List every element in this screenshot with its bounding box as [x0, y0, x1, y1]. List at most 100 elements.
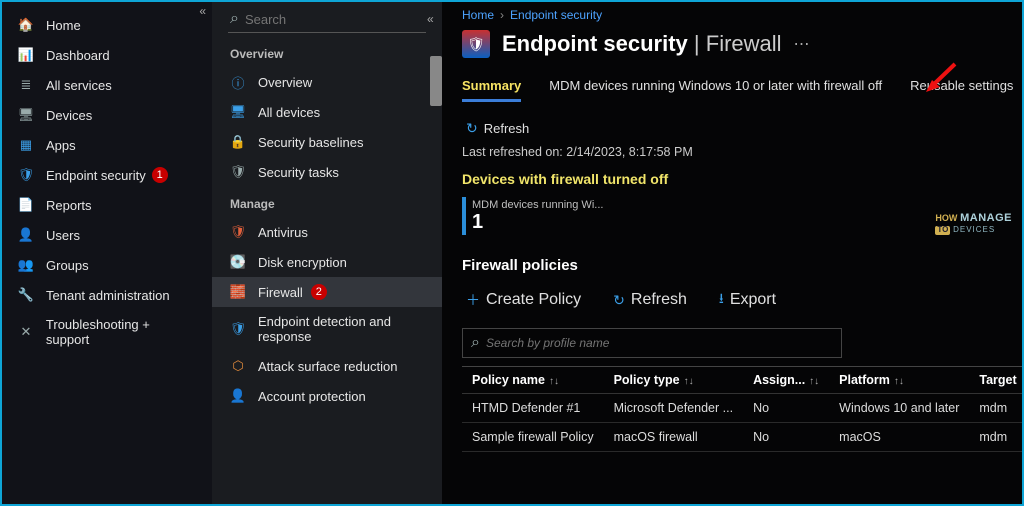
- scrollbar[interactable]: [430, 56, 442, 106]
- nav-item-tenant-administration[interactable]: 🔧 Tenant administration: [2, 280, 212, 310]
- export-button[interactable]: ⭳Export: [715, 286, 780, 314]
- nav-item-devices[interactable]: 🖥 Devices: [2, 100, 212, 130]
- sub-panel: ⌕ « Overview ⓘOverview🖥All devices🔒Secur…: [212, 2, 442, 504]
- sub-item-security-tasks[interactable]: 🛡Security tasks: [212, 157, 442, 187]
- search-icon: ⌕: [230, 10, 239, 28]
- nav-item-groups[interactable]: 👥Groups: [2, 250, 212, 280]
- sub-item-all-devices[interactable]: 🖥All devices: [212, 97, 442, 127]
- nav-item-dashboard[interactable]: 📊 Dashboard: [2, 40, 212, 70]
- refresh-button[interactable]: ↻ Refresh: [462, 118, 533, 139]
- nav-item-troubleshooting-support[interactable]: ✕Troubleshooting + support: [2, 310, 212, 354]
- sort-icon: ↑↓: [549, 376, 559, 387]
- breadcrumb-item[interactable]: Home: [462, 8, 494, 22]
- endpoint-security-icon: 🛡: [462, 30, 490, 58]
- subpanel-search-input[interactable]: [245, 12, 421, 27]
- sub-label: Attack surface reduction: [258, 359, 397, 374]
- create-policy-label: Create Policy: [486, 291, 581, 309]
- cell-type: macOS firewall: [604, 423, 744, 452]
- cell-type: Microsoft Defender ...: [604, 394, 744, 423]
- sub-label: Security tasks: [258, 165, 339, 180]
- sub-item-account-protection[interactable]: 👤Account protection: [212, 381, 442, 411]
- sub-icon: ⬡: [230, 358, 246, 374]
- sub-item-attack-surface-reduction[interactable]: ⬡ Attack surface reduction: [212, 351, 442, 381]
- sub-item-security-baselines[interactable]: 🔒Security baselines: [212, 127, 442, 157]
- sub-item-endpoint-detection-and-response[interactable]: 🛡 Endpoint detection and response: [212, 307, 442, 351]
- nav-label: Reports: [46, 198, 92, 213]
- col-target[interactable]: Target: [969, 367, 1022, 394]
- tab-reusable-settings[interactable]: Reusable settings: [910, 78, 1013, 102]
- subpanel-group-manage: Manage: [212, 187, 442, 217]
- nav-item-all-services[interactable]: ≣ All services: [2, 70, 212, 100]
- watermark: HOW MANAGE TO DEVICES: [935, 212, 1012, 235]
- cell-assign: No: [743, 423, 829, 452]
- sub-icon: 🧱: [230, 284, 246, 300]
- cell-platform: Windows 10 and later: [829, 394, 969, 423]
- nav-icon: 🔧: [18, 287, 34, 303]
- subpanel-search[interactable]: ⌕ «: [228, 6, 426, 33]
- table-row[interactable]: Sample firewall PolicymacOS firewallNoma…: [462, 423, 1022, 452]
- sub-item-disk-encryption[interactable]: 💽 Disk encryption: [212, 247, 442, 277]
- nav-label: All services: [46, 78, 112, 93]
- cell-platform: macOS: [829, 423, 969, 452]
- cell-name: HTMD Defender #1: [462, 394, 604, 423]
- refresh-policies-button[interactable]: ↻Refresh: [609, 286, 691, 314]
- nav-icon: ✕: [18, 324, 34, 340]
- col-platform[interactable]: Platform↑↓: [829, 367, 969, 394]
- policies-table: Policy name↑↓Policy type↑↓Assign...↑↓Pla…: [462, 366, 1022, 452]
- nav-item-reports[interactable]: 📄 Reports: [2, 190, 212, 220]
- sub-icon: 🖥: [230, 104, 246, 120]
- nav-icon: ≣: [18, 77, 34, 93]
- left-nav: « 🏠Home📊Dashboard≣All services🖥Devices▦A…: [2, 2, 212, 504]
- nav-icon: 👥: [18, 257, 34, 273]
- collapse-subpanel-icon[interactable]: «: [427, 12, 434, 26]
- nav-item-apps[interactable]: ▦Apps: [2, 130, 212, 160]
- sort-icon: ↑↓: [894, 376, 904, 387]
- table-row[interactable]: HTMD Defender #1Microsoft Defender ...No…: [462, 394, 1022, 423]
- nav-icon: 📊: [18, 47, 34, 63]
- sub-item-firewall[interactable]: 🧱Firewall2: [212, 277, 442, 307]
- create-policy-button[interactable]: ＋Create Policy: [462, 286, 585, 314]
- badge: 2: [311, 284, 327, 300]
- stat-bar: [462, 197, 466, 235]
- refresh-policies-label: Refresh: [631, 291, 687, 309]
- nav-item-users[interactable]: 👤 Users: [2, 220, 212, 250]
- badge: 1: [152, 167, 168, 183]
- refresh-label: Refresh: [484, 121, 530, 136]
- nav-icon: 🏠: [18, 17, 34, 33]
- subpanel-group-overview: Overview: [212, 37, 442, 67]
- col-assign-[interactable]: Assign...↑↓: [743, 367, 829, 394]
- sub-item-overview[interactable]: ⓘOverview: [212, 67, 442, 97]
- nav-label: Users: [46, 228, 80, 243]
- col-policy-type[interactable]: Policy type↑↓: [604, 367, 744, 394]
- firewall-off-heading: Devices with firewall turned off: [462, 171, 1022, 187]
- sub-label: Endpoint detection and response: [258, 314, 424, 344]
- nav-label: Devices: [46, 108, 92, 123]
- nav-label: Apps: [46, 138, 76, 153]
- nav-item-endpoint-security[interactable]: 🛡Endpoint security1: [2, 160, 212, 190]
- search-profile[interactable]: ⌕: [462, 328, 842, 358]
- tabs: Summary MDM devices running Windows 10 or…: [462, 78, 1022, 102]
- nav-label: Dashboard: [46, 48, 110, 63]
- sub-item-antivirus[interactable]: 🛡Antivirus: [212, 217, 442, 247]
- nav-icon: 🖥: [18, 107, 34, 123]
- sub-icon: 💽: [230, 254, 246, 270]
- nav-icon: 👤: [18, 227, 34, 243]
- more-icon[interactable]: ⋯: [794, 34, 810, 54]
- sort-icon: ↑↓: [809, 376, 819, 387]
- cell-target: mdm: [969, 394, 1022, 423]
- sub-label: Disk encryption: [258, 255, 347, 270]
- tab-mdm-devices-running-wind[interactable]: MDM devices running Windows 10 or later …: [549, 78, 882, 102]
- nav-label: Tenant administration: [46, 288, 170, 303]
- col-policy-name[interactable]: Policy name↑↓: [462, 367, 604, 394]
- breadcrumb-sep: ›: [500, 8, 504, 22]
- nav-item-home[interactable]: 🏠 Home: [2, 10, 212, 40]
- search-profile-input[interactable]: [486, 336, 833, 350]
- tab-summary[interactable]: Summary: [462, 78, 521, 102]
- breadcrumb: Home › Endpoint security: [462, 8, 1022, 22]
- sub-label: Account protection: [258, 389, 366, 404]
- sub-icon: 🛡: [230, 224, 246, 240]
- breadcrumb-item[interactable]: Endpoint security: [510, 8, 602, 22]
- nav-label: Home: [46, 18, 81, 33]
- sub-icon: 🛡: [230, 321, 246, 337]
- nav-icon: 📄: [18, 197, 34, 213]
